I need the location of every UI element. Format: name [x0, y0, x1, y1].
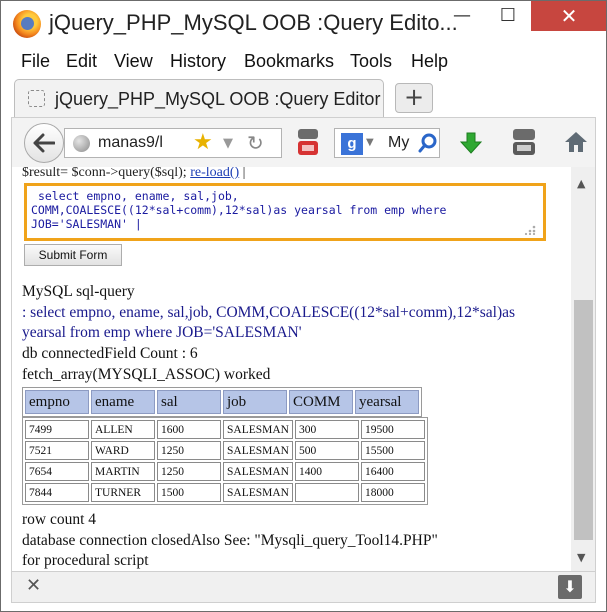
menu-bar: File Edit View History Bookmarks Tools H… [1, 47, 606, 75]
search-bar[interactable]: g ▼ My [334, 128, 440, 158]
table-cell: SALESMAN [223, 441, 293, 460]
menu-history[interactable]: History [170, 51, 226, 72]
scroll-down-icon[interactable]: ▼ [577, 551, 585, 564]
table-row: 7654 MARTIN 1250 SALESMAN 1400 16400 [25, 462, 425, 481]
scroll-up-icon[interactable]: ▲ [577, 177, 585, 190]
code-tail: | [242, 167, 246, 180]
column-header: sal [157, 390, 221, 414]
table-row: 7844 TURNER 1500 SALESMAN 18000 [25, 483, 425, 502]
procedural-script-line: for procedural script [22, 552, 149, 569]
table-cell: 16400 [361, 462, 425, 481]
navigation-bar: manas9/l ★ ▼ ↻ g ▼ My [11, 117, 596, 167]
firefox-logo-icon [13, 10, 41, 38]
code-text: $result= $conn->query($sql); [22, 167, 187, 180]
query-echo-line1: : select empno, ename, sal,job, COMM,COA… [22, 304, 516, 321]
download-arrow-icon[interactable] [460, 132, 482, 154]
table-cell: 1400 [295, 462, 359, 481]
minimize-button[interactable]: — [439, 1, 485, 31]
url-text: manas9/l [98, 134, 163, 151]
table-row: 7499 ALLEN 1600 SALESMAN 300 19500 [25, 420, 425, 439]
chevron-down-icon[interactable]: ▼ [223, 136, 233, 151]
table-cell [295, 483, 359, 502]
reload-link[interactable]: re-load() [190, 167, 239, 180]
menu-help[interactable]: Help [411, 51, 448, 72]
query-echo-line2: yearsal from emp where JOB='SALESMAN' [22, 324, 302, 341]
reload-icon[interactable]: ↻ [247, 131, 264, 155]
browser-window: jQuery_PHP_MySQL OOB :Query Edito... — ☐… [0, 0, 607, 612]
back-button[interactable] [24, 123, 64, 163]
close-icon[interactable]: ✕ [26, 575, 41, 596]
tab-strip: jQuery_PHP_MySQL OOB :Query Editor + [1, 77, 606, 117]
table-cell: SALESMAN [223, 420, 293, 439]
table-cell: 7521 [25, 441, 89, 460]
youtube-icon[interactable] [512, 128, 536, 156]
page-placeholder-icon [28, 90, 45, 107]
menu-tools[interactable]: Tools [350, 51, 392, 72]
table-cell: 300 [295, 420, 359, 439]
new-tab-button[interactable]: + [395, 83, 433, 113]
submit-form-button[interactable]: Submit Form [24, 244, 122, 266]
column-header: COMM [289, 390, 353, 414]
fetch-status: fetch_array(MYSQLI_ASSOC) worked [22, 366, 271, 383]
close-window-button[interactable]: ✕ [531, 1, 606, 31]
menu-view[interactable]: View [114, 51, 153, 72]
sql-query-label: MySQL sql-query [22, 283, 135, 300]
table-cell: 7844 [25, 483, 89, 502]
home-icon[interactable] [563, 130, 589, 154]
table-cell: 1600 [157, 420, 221, 439]
chevron-down-icon[interactable]: ▼ [366, 137, 374, 148]
table-cell: WARD [91, 441, 155, 460]
star-icon[interactable]: ★ [193, 130, 213, 155]
table-cell: 1250 [157, 441, 221, 460]
menu-bookmarks[interactable]: Bookmarks [244, 51, 334, 72]
back-arrow-icon [33, 133, 55, 153]
query-textarea[interactable]: select empno, ename, sal,job, COMM,COALE… [24, 183, 546, 241]
url-bar[interactable]: manas9/l ★ ▼ ↻ [64, 128, 282, 158]
table-cell: 1500 [157, 483, 221, 502]
column-header: job [223, 390, 287, 414]
column-header: empno [25, 390, 89, 414]
maximize-button[interactable]: ☐ [485, 1, 531, 31]
resize-grip-icon[interactable] [522, 225, 536, 235]
tab-query-editor[interactable]: jQuery_PHP_MySQL OOB :Query Editor [14, 79, 384, 117]
db-connected-status: db connectedField Count : 6 [22, 345, 198, 362]
row-count: row count 4 [22, 511, 97, 528]
table-cell: 15500 [361, 441, 425, 460]
table-cell: TURNER [91, 483, 155, 502]
bottom-bar: ✕ ⬇ [11, 571, 596, 603]
table-cell: MARTIN [91, 462, 155, 481]
page-content: $result= $conn->query($sql); re-load() |… [11, 167, 571, 571]
result-header-table: empno ename sal job COMM yearsal [22, 387, 422, 417]
table-row: 7521 WARD 1250 SALESMAN 500 15500 [25, 441, 425, 460]
table-cell: ALLEN [91, 420, 155, 439]
table-cell: 500 [295, 441, 359, 460]
window-title: jQuery_PHP_MySQL OOB :Query Edito... [49, 10, 458, 35]
vertical-scrollbar[interactable]: ▲ ▼ [571, 167, 596, 571]
code-line: $result= $conn->query($sql); re-load() | [22, 167, 245, 181]
result-body-table: 7499 ALLEN 1600 SALESMAN 300 19500 7521 … [22, 417, 428, 505]
youtube-bookmark-icon[interactable] [297, 128, 319, 156]
search-input[interactable]: My [388, 134, 409, 152]
download-box-icon[interactable]: ⬇ [558, 575, 582, 599]
column-header: yearsal [355, 390, 419, 414]
menu-file[interactable]: File [21, 51, 50, 72]
connection-closed-line: database connection closedAlso See: "Mys… [22, 532, 438, 549]
scrollbar-thumb[interactable] [574, 300, 593, 540]
magnifier-icon[interactable] [418, 133, 438, 153]
menu-edit[interactable]: Edit [66, 51, 97, 72]
table-cell: 19500 [361, 420, 425, 439]
google-engine-icon[interactable]: g [341, 133, 363, 155]
globe-icon [73, 135, 90, 152]
table-cell: 7654 [25, 462, 89, 481]
table-cell: SALESMAN [223, 483, 293, 502]
table-cell: 7499 [25, 420, 89, 439]
table-cell: 18000 [361, 483, 425, 502]
table-cell: SALESMAN [223, 462, 293, 481]
column-header: ename [91, 390, 155, 414]
tab-title: jQuery_PHP_MySQL OOB :Query Editor [55, 89, 381, 109]
title-bar: jQuery_PHP_MySQL OOB :Query Edito... — ☐… [1, 1, 606, 47]
table-cell: 1250 [157, 462, 221, 481]
